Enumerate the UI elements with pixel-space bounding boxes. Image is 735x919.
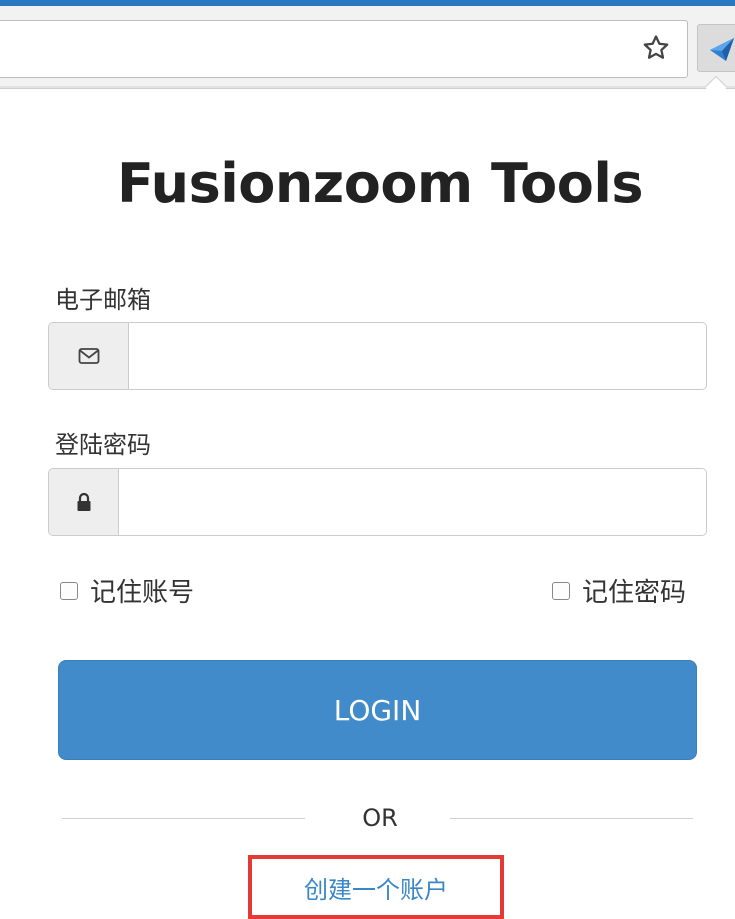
password-addon [49,469,119,535]
login-button[interactable]: LOGIN [58,660,697,760]
password-label: 登陆密码 [55,431,151,459]
divider-right [450,818,693,819]
toolbar-separator [0,86,735,89]
star-icon[interactable] [641,33,671,63]
remember-account-option[interactable]: 记住账号 [60,572,194,609]
remember-account-label: 记住账号 [90,578,195,608]
password-input-group [48,468,707,536]
lock-icon [77,492,90,511]
browser-toolbar [0,6,735,86]
address-bar[interactable] [0,20,688,78]
email-label: 电子邮箱 [55,286,151,314]
create-account-link[interactable]: 创建一个账户 [248,855,504,919]
remember-password-label: 记住密码 [582,578,687,608]
fusionzoom-extension-icon [710,38,734,61]
envelope-icon [78,348,99,364]
email-addon [49,323,129,389]
extension-button[interactable] [697,24,735,72]
remember-account-checkbox[interactable] [60,581,78,600]
remember-password-option[interactable]: 记住密码 [552,572,686,609]
or-separator: OR [362,804,398,832]
remember-password-checkbox[interactable] [552,581,570,600]
email-input[interactable] [129,323,706,389]
divider-left [62,818,305,819]
app-title: Fusionzoom Tools [116,152,644,215]
email-input-group [48,322,707,390]
password-input[interactable] [119,469,706,535]
